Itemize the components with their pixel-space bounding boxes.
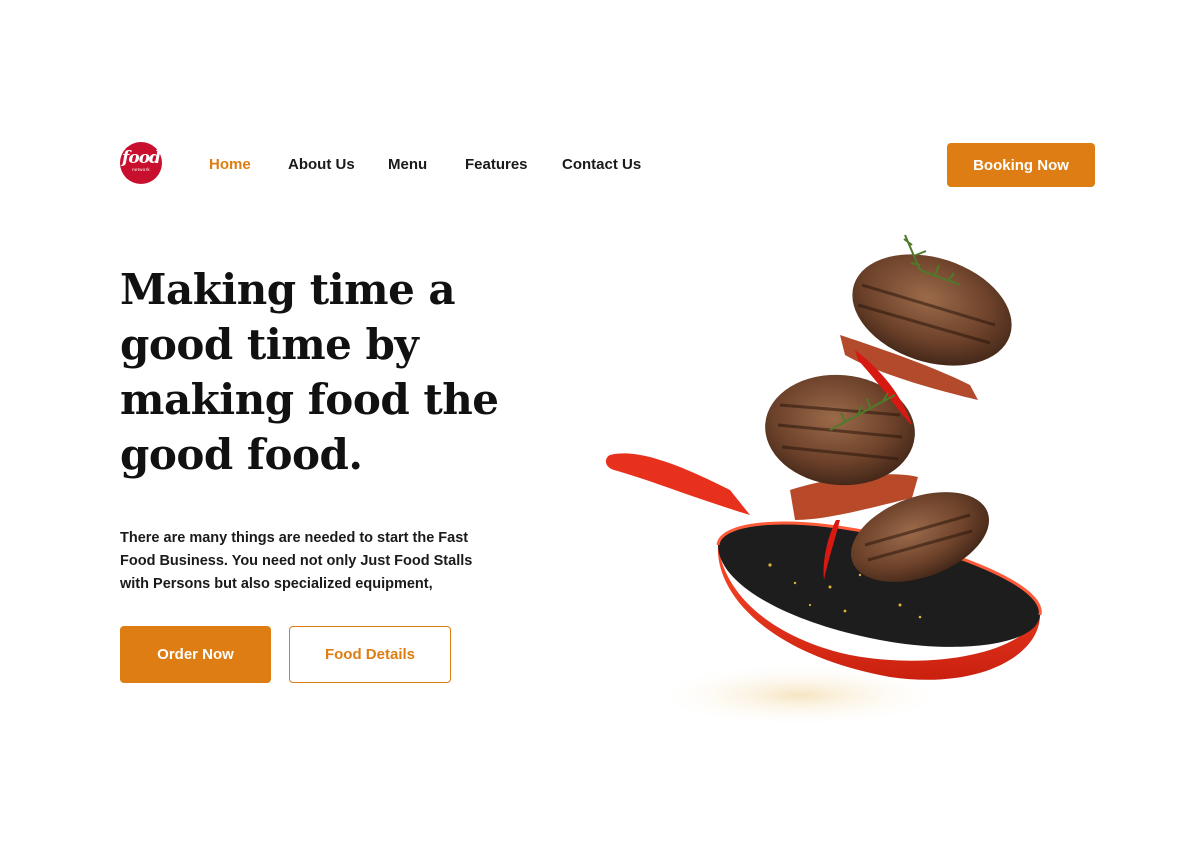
headline-line: Making time a [120,265,456,314]
nav-home[interactable]: Home [209,156,251,174]
description-line: with Persons but also specialized equipm… [120,576,433,592]
food-network-logo[interactable]: food network [120,142,162,184]
nav-about-us[interactable]: About Us [288,156,355,174]
description-line: Food Business. You need not only Just Fo… [120,553,473,569]
hero-description: There are many things are needed to star… [120,527,480,596]
flying-food-pan-illustration [605,234,1042,727]
hero-headline: Making time a good time by making food t… [120,262,500,482]
headline-line: making food the [120,375,499,424]
nav-menu[interactable]: Menu [388,156,427,174]
booking-now-button[interactable]: Booking Now [947,143,1095,187]
pan-handle [605,453,750,515]
description-line: There are many things are needed to star… [120,530,469,546]
nav-contact-us[interactable]: Contact Us [562,156,641,174]
order-now-button[interactable]: Order Now [120,626,271,683]
food-details-button[interactable]: Food Details [289,626,451,683]
nav-features[interactable]: Features [465,156,528,174]
logo-wordmark: food [122,148,161,168]
headline-line: good food. [120,430,363,479]
headline-line: good time by [120,320,419,369]
